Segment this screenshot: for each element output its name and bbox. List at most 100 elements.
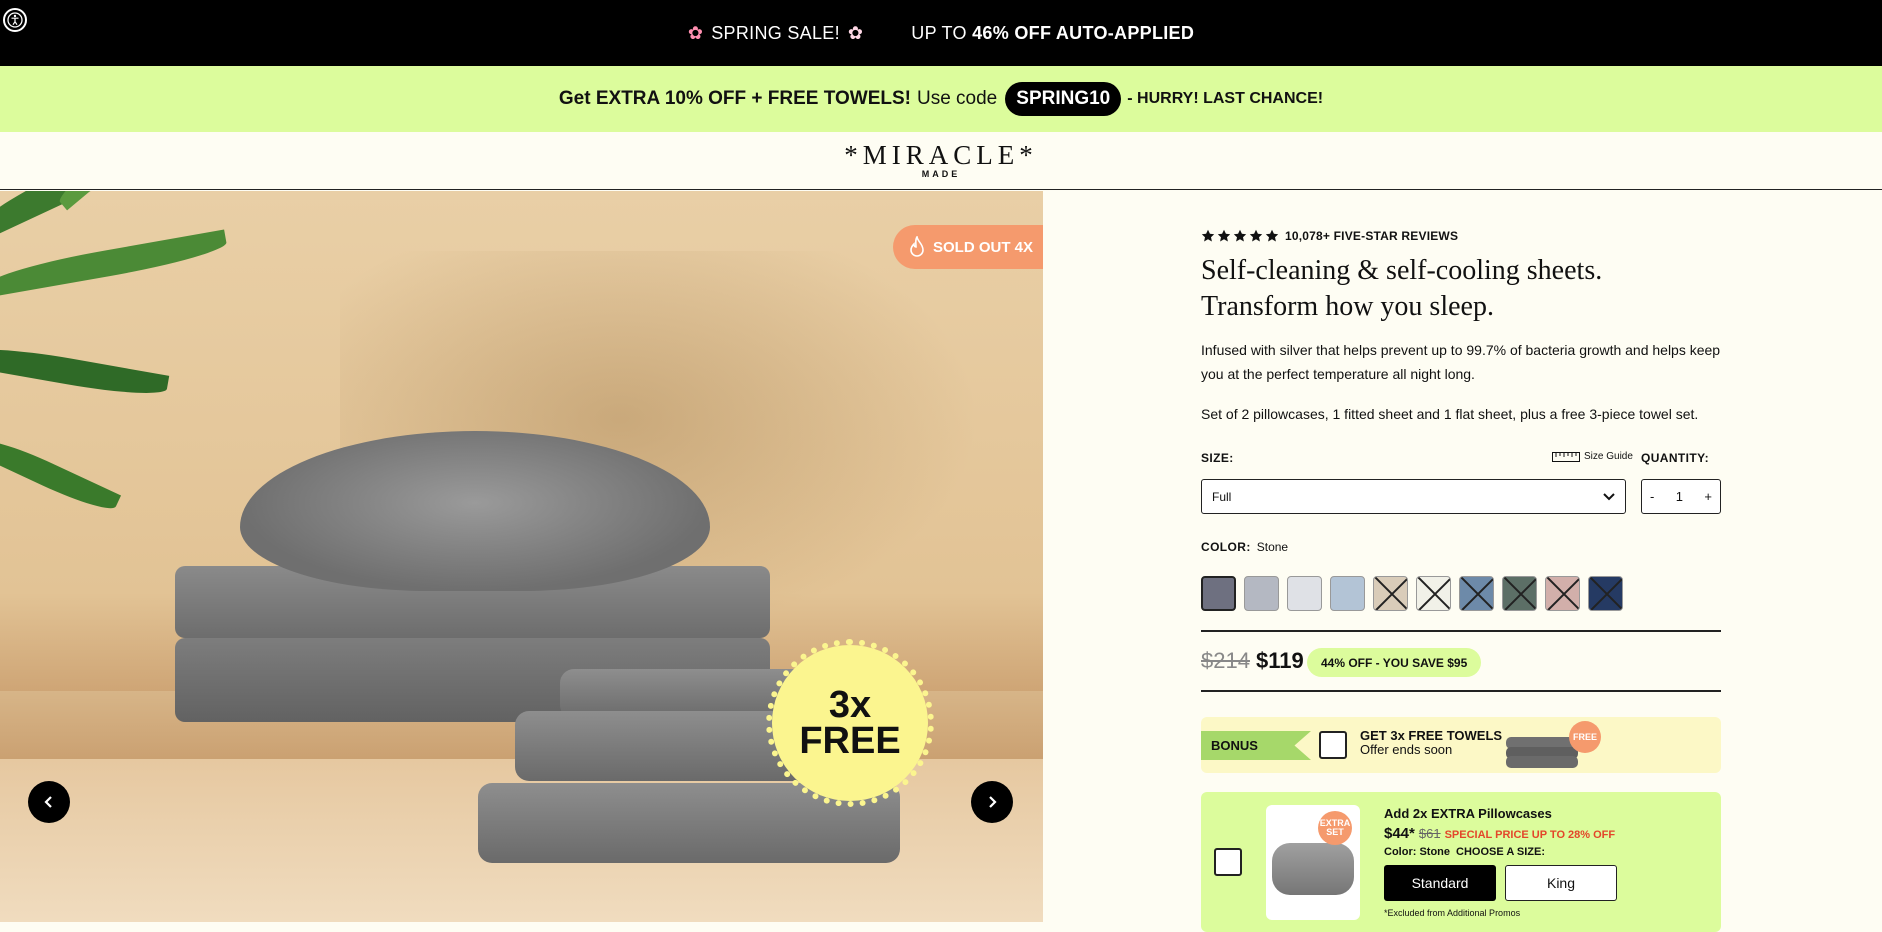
product-title: Self-cleaning & self-cooling sheets. Tra…	[1201, 253, 1661, 325]
palm-leaf	[52, 191, 236, 211]
palm-leaf	[0, 229, 229, 297]
brand-logo[interactable]: *MIRACLE*	[844, 142, 1038, 169]
product-description: Infused with silver that helps prevent u…	[1201, 342, 1721, 382]
quantity-stepper[interactable]: - 1 +	[1641, 479, 1721, 514]
offer-prefix: UP TO	[911, 22, 967, 43]
size-select[interactable]: Full	[1201, 479, 1626, 514]
free-towels-badge: 3x FREE	[766, 639, 934, 807]
star-icon	[1265, 229, 1279, 242]
size-guide-label: Size Guide	[1584, 451, 1633, 462]
palm-leaf	[0, 191, 222, 240]
free-badge-line2: FREE	[799, 720, 901, 762]
color-swatch[interactable]	[1545, 576, 1580, 611]
promo-bold-text: Get EXTRA 10% OFF + FREE TOWELS!	[558, 88, 911, 109]
upsell-old-price: $61	[1418, 826, 1441, 841]
chevron-down-icon	[1603, 492, 1615, 500]
reviews-count: 10,078+ FIVE-STAR REVIEWS	[1285, 229, 1459, 243]
towel-stack-image: FREE	[1506, 721, 1601, 768]
rating-stars	[1201, 229, 1279, 243]
bonus-text: GET 3x FREE TOWELS Offer ends soon	[1360, 729, 1502, 757]
upsell-price: $44*	[1384, 825, 1415, 842]
bonus-offer: BONUS GET 3x FREE TOWELS Offer ends soon…	[1201, 717, 1721, 773]
flower-icon: ✿	[847, 22, 864, 43]
promo-use-code: Use code	[916, 88, 998, 109]
accessibility-icon[interactable]	[3, 8, 27, 32]
offer-bold: 46% OFF AUTO-APPLIED	[972, 22, 1195, 43]
ruler-icon	[1552, 451, 1580, 462]
spring-sale: ✿ SPRING SALE! ✿	[688, 23, 863, 44]
color-swatch[interactable]	[1459, 576, 1494, 611]
upsell-checkbox[interactable]	[1214, 848, 1242, 876]
reviews-summary[interactable]: 10,078+ FIVE-STAR REVIEWS	[1201, 229, 1458, 243]
color-swatch[interactable]	[1201, 576, 1236, 611]
flame-icon	[910, 236, 924, 257]
color-swatch[interactable]	[1502, 576, 1537, 611]
sold-out-text: SOLD OUT 4X	[933, 238, 1034, 256]
towel-thumb	[1506, 756, 1578, 768]
size-label: SIZE:	[1201, 451, 1234, 465]
extra-tag-line2: SET	[1326, 827, 1344, 837]
palm-leaf	[0, 432, 122, 518]
color-swatch[interactable]	[1416, 576, 1451, 611]
free-tag: FREE	[1569, 721, 1601, 753]
savings-badge: 44% OFF - YOU SAVE $95	[1307, 648, 1482, 677]
promo-hurry: - HURRY! LAST CHANCE!	[1127, 90, 1324, 107]
color-swatch[interactable]	[1588, 576, 1623, 611]
color-swatch[interactable]	[1330, 576, 1365, 611]
qty-decrement-button[interactable]: -	[1650, 489, 1654, 504]
size-standard-button[interactable]: Standard	[1384, 865, 1496, 901]
announcement-bar: ✿ SPRING SALE! ✿ UP TO 46% OFF AUTO-APPL…	[0, 0, 1882, 66]
gallery-next-button[interactable]	[971, 781, 1013, 823]
product-gallery	[0, 191, 1043, 922]
upsell-choose-size: CHOOSE A SIZE:	[1456, 846, 1546, 858]
size-guide-link[interactable]: Size Guide	[1552, 451, 1633, 462]
bonus-title: GET 3x FREE TOWELS	[1360, 728, 1503, 743]
star-icon	[1249, 229, 1263, 242]
palm-leaf	[0, 341, 170, 402]
site-header: *MIRACLE* MADE	[0, 132, 1882, 190]
upsell-note: *Excluded from Additional Promos	[1384, 908, 1521, 918]
quantity-label: QUANTITY:	[1641, 451, 1710, 465]
star-icon	[1217, 229, 1231, 242]
qty-value: 1	[1675, 489, 1683, 504]
promo-code-pill[interactable]: SPRING10	[1005, 82, 1122, 116]
star-icon	[1201, 229, 1215, 242]
upsell-title: Add 2x EXTRA Pillowcases	[1384, 806, 1552, 821]
pillowcase-image: EXTRA SET	[1266, 805, 1360, 920]
price-current: $119	[1256, 648, 1304, 673]
star-icon	[1233, 229, 1247, 242]
qty-increment-button[interactable]: +	[1704, 489, 1712, 504]
color-swatches	[1201, 576, 1623, 611]
brand-logo-sub: MADE	[921, 169, 961, 179]
flower-icon: ✿	[687, 22, 704, 43]
pillowcase-thumb	[1272, 843, 1354, 895]
promo-bar: Get EXTRA 10% OFF + FREE TOWELS! Use cod…	[0, 66, 1882, 132]
bonus-subtitle: Offer ends soon	[1360, 742, 1453, 757]
color-swatch[interactable]	[1244, 576, 1279, 611]
upsell-price-row: $44* $61 SPECIAL PRICE UP TO 28% OFF	[1384, 825, 1615, 842]
free-badge-line1: 3x	[828, 684, 872, 726]
spring-sale-label: SPRING SALE!	[711, 22, 840, 43]
size-selected-value: Full	[1212, 489, 1232, 504]
bonus-tag: BONUS	[1201, 731, 1311, 760]
size-king-button[interactable]: King	[1505, 865, 1617, 901]
gallery-prev-button[interactable]	[28, 781, 70, 823]
color-swatch[interactable]	[1287, 576, 1322, 611]
upsell-special: SPECIAL PRICE UP TO 28% OFF	[1444, 829, 1616, 841]
divider	[1201, 630, 1721, 632]
title-line-2: Transform how you sleep.	[1201, 291, 1494, 322]
extra-set-tag: EXTRA SET	[1318, 811, 1352, 845]
offer-text: UP TO 46% OFF AUTO-APPLIED	[911, 23, 1194, 44]
chevron-left-icon	[44, 796, 52, 808]
bonus-checkbox[interactable]	[1319, 731, 1347, 759]
sold-out-badge: SOLD OUT 4X	[893, 225, 1043, 269]
upsell-color: Color: Stone	[1384, 846, 1450, 858]
chevron-right-icon	[989, 796, 997, 808]
color-swatch[interactable]	[1373, 576, 1408, 611]
pillowcase-upsell: EXTRA SET Add 2x EXTRA Pillowcases $44* $…	[1201, 792, 1721, 932]
color-label-text: COLOR:	[1201, 540, 1251, 554]
upsell-color-row: Color: Stone CHOOSE A SIZE:	[1384, 846, 1545, 858]
price-original: $214	[1201, 648, 1250, 673]
color-selected-value: Stone	[1256, 540, 1289, 554]
divider	[1201, 690, 1721, 692]
